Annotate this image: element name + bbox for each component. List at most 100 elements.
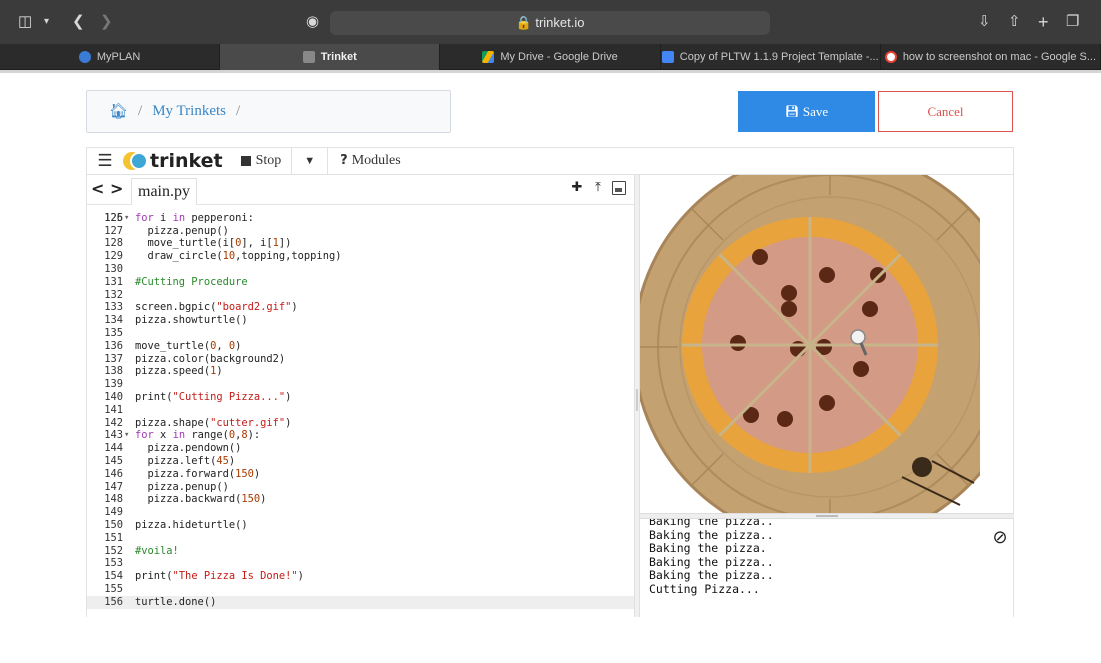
code-text: screen.bgpic("board2.gif")	[135, 301, 298, 314]
code-line[interactable]: 139	[87, 378, 634, 391]
myplan-favicon-icon	[78, 51, 91, 63]
question-icon: ?	[340, 153, 348, 168]
cancel-button[interactable]: Cancel	[878, 91, 1013, 132]
code-line[interactable]: 154 print("The Pizza Is Done!")	[87, 570, 634, 583]
google-favicon-icon	[884, 51, 897, 63]
code-line[interactable]: 153	[87, 557, 634, 570]
save-button[interactable]: 💾︎ Save	[738, 91, 875, 132]
code-line[interactable]: 146 pizza.forward(150)	[87, 468, 634, 481]
forward-icon[interactable]: ❯	[100, 0, 113, 44]
turtle-canvas	[640, 175, 980, 515]
console-line: Baking the pizza.	[649, 541, 767, 555]
line-number: 138	[104, 365, 123, 378]
code-line[interactable]: 155	[87, 583, 634, 596]
tab-label: how to screenshot on mac - Google S...	[902, 51, 1097, 63]
file-tab-main-py[interactable]: main.py	[131, 178, 197, 205]
console-line: Baking the pizza..	[649, 568, 774, 582]
stop-button[interactable]: Stop	[231, 147, 293, 175]
code-toggle-icon[interactable]: < >	[91, 179, 123, 198]
sidebar-chevron-icon[interactable]: ▾	[44, 0, 49, 44]
trinket-logo-icon	[123, 151, 148, 171]
console-output[interactable]: Baking the pizza.. Baking the pizza.. Baki…	[640, 519, 1014, 617]
code-line[interactable]: 135	[87, 327, 634, 340]
code-line[interactable]: 137 pizza.color(background2)	[87, 353, 634, 366]
floppy-disk-icon: 💾︎	[784, 106, 799, 118]
breadcrumb-separator: /	[236, 103, 241, 119]
code-line[interactable]: 145 pizza.left(45)	[87, 455, 634, 468]
add-file-icon[interactable]: ✚	[570, 180, 584, 199]
privacy-shield-icon[interactable]: ◉	[306, 0, 319, 44]
clear-console-icon[interactable]: ⊘	[990, 528, 1010, 548]
code-line[interactable]: 147 pizza.penup()	[87, 481, 634, 494]
code-line[interactable]: 134 pizza.showturtle()	[87, 314, 634, 327]
code-line[interactable]: 150 pizza.hideturtle()	[87, 519, 634, 532]
browser-tab-google-drive[interactable]: My Drive - Google Drive	[440, 44, 661, 70]
code-text: draw_circle(10,topping,topping)	[135, 250, 342, 263]
browser-tab-myplan[interactable]: MyPLAN	[0, 44, 221, 70]
save-button-label: Save	[802, 103, 829, 119]
code-editor[interactable]: 125 126 ▾ for i in pepperoni: 127 pizza.pen…	[86, 205, 634, 617]
code-line[interactable]: 140 print("Cutting Pizza...")	[87, 391, 634, 404]
google-docs-favicon-icon	[661, 51, 674, 63]
home-icon[interactable]: 🏠︎	[109, 102, 128, 121]
code-line[interactable]: 128 move_turtle(i[0], i[1])	[87, 237, 634, 250]
code-line[interactable]: 136 move_turtle(0, 0)	[87, 340, 634, 353]
code-line[interactable]: 152 #voila!	[87, 545, 634, 558]
line-number: 150	[104, 519, 123, 531]
code-line[interactable]: 144 pizza.pendown()	[87, 442, 634, 455]
breadcrumb-separator: /	[138, 103, 143, 119]
browser-tab-trinket[interactable]: Trinket	[220, 44, 441, 70]
code-line[interactable]: 149	[87, 506, 634, 519]
code-text: pizza.shape("cutter.gif")	[135, 416, 292, 429]
upload-icon[interactable]: ⤒	[591, 180, 605, 199]
download-icon[interactable]: ⇩	[978, 0, 991, 44]
chrome-divider	[0, 70, 1101, 73]
code-line[interactable]: 133 screen.bgpic("board2.gif")	[87, 301, 634, 314]
fold-arrow-icon[interactable]: ▾	[124, 429, 129, 442]
line-number: 153	[104, 557, 123, 570]
run-options-dropdown[interactable]: ▼	[292, 147, 329, 175]
code-line[interactable]: 141	[87, 404, 634, 417]
line-number: 128	[104, 237, 123, 250]
code-line[interactable]: 156 turtle.done()	[87, 595, 634, 609]
breadcrumb: 🏠︎ / My Trinkets /	[86, 90, 451, 133]
share-icon[interactable]: ⇧	[1008, 0, 1021, 44]
line-number: 149	[104, 506, 123, 519]
code-line[interactable]: 132	[87, 289, 634, 302]
code-line[interactable]: 127 pizza.penup()	[87, 225, 634, 238]
browser-tab-pltw-doc[interactable]: Copy of PLTW 1.1.9 Project Template -...	[661, 44, 881, 70]
browser-tab-google-search[interactable]: how to screenshot on mac - Google S...	[881, 44, 1101, 70]
code-line[interactable]: 130	[87, 263, 634, 276]
fold-arrow-icon[interactable]: ▾	[124, 212, 129, 225]
line-number: 141	[104, 403, 123, 416]
trinket-logo[interactable]: trinket	[123, 150, 231, 172]
code-line[interactable]: 126 ▾ for i in pepperoni:	[87, 212, 634, 225]
back-icon[interactable]: ❮	[72, 0, 85, 44]
code-text: #Cutting Procedure	[135, 275, 248, 288]
code-line[interactable]: 142 pizza.shape("cutter.gif")	[87, 417, 634, 430]
image-icon[interactable]	[612, 180, 626, 199]
trinket-favicon-icon	[302, 51, 315, 63]
menu-icon[interactable]: ☰	[87, 151, 123, 171]
new-tab-icon[interactable]: +	[1038, 0, 1049, 44]
modules-button[interactable]: ? Modules	[328, 153, 401, 169]
sidebar-toggle-icon[interactable]: ◫	[18, 0, 32, 44]
address-bar[interactable]: 🔒 trinket.io	[330, 11, 770, 35]
browser-tab-bar: MyPLAN Trinket My Drive - Google Drive C…	[0, 44, 1101, 70]
brand-name: trinket	[150, 150, 223, 172]
tab-label: Copy of PLTW 1.1.9 Project Template -...	[679, 51, 879, 63]
code-line[interactable]: 143 ▾ for x in range(0,8):	[87, 429, 634, 442]
code-text: #voila!	[135, 544, 179, 557]
code-text: turtle.done()	[135, 595, 217, 608]
code-line[interactable]: 138 pizza.speed(1)	[87, 365, 634, 378]
code-line[interactable]: 129 draw_circle(10,topping,topping)	[87, 250, 634, 263]
line-number: 147	[104, 480, 123, 493]
breadcrumb-my-trinkets-link[interactable]: My Trinkets	[152, 103, 226, 120]
code-text: pizza.penup()	[135, 224, 229, 237]
line-number: 132	[104, 288, 123, 301]
line-number: 155	[104, 583, 123, 595]
code-line[interactable]: 151	[87, 532, 634, 545]
code-line[interactable]: 131 #Cutting Procedure	[87, 276, 634, 289]
tab-overview-icon[interactable]: ❐	[1066, 0, 1079, 44]
code-line[interactable]: 148 pizza.backward(150)	[87, 493, 634, 506]
